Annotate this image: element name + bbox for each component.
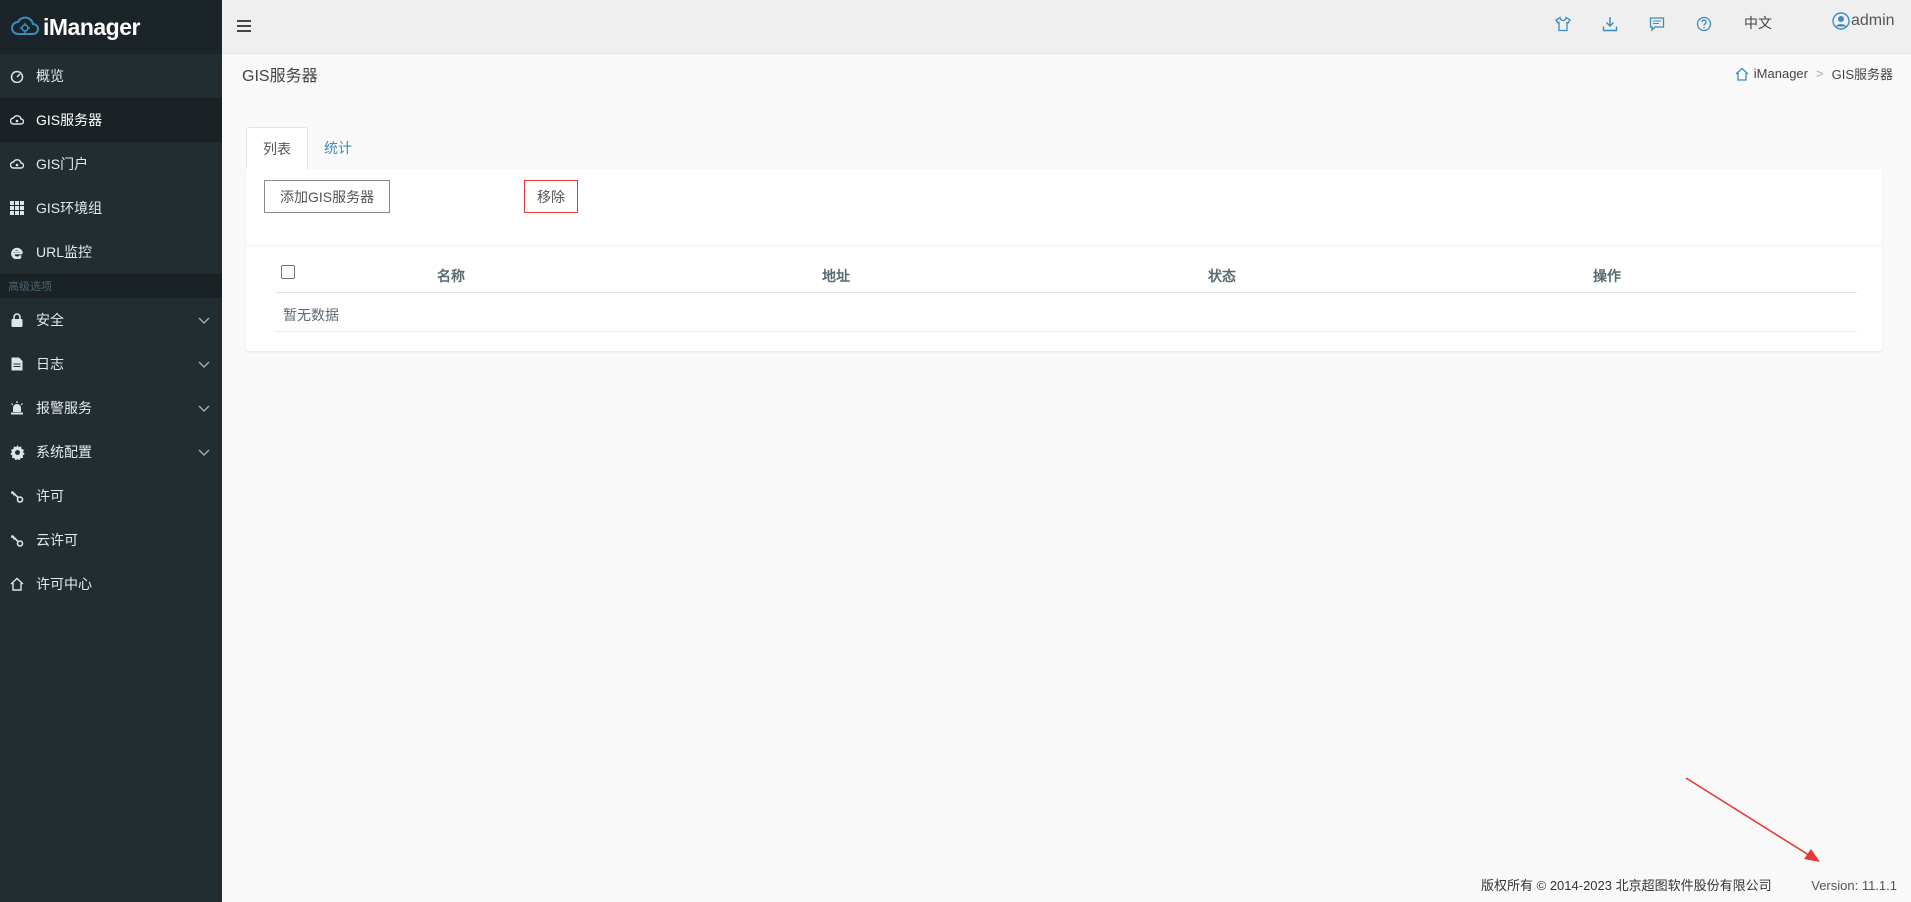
top-bar: 中文 admin	[222, 0, 1911, 54]
user-name: admin	[1851, 12, 1895, 29]
breadcrumb: iManager > GIS服务器	[1735, 64, 1893, 83]
chevron-down-icon	[198, 361, 210, 368]
sidebar-item-cloud-license[interactable]: 云许可	[0, 518, 222, 562]
empty-state-text: 暂无数据	[283, 307, 339, 323]
sidebar-nav: 概览 GIS服务器 GIS门户 GIS环境组 URL监控 高级选项 安全 日志 …	[0, 54, 222, 606]
sidebar-item-license[interactable]: 许可	[0, 474, 222, 518]
sidebar-item-log[interactable]: 日志	[0, 342, 222, 386]
sidebar-item-label: URL监控	[36, 244, 93, 260]
tab-list[interactable]: 列表	[246, 127, 308, 169]
remove-button[interactable]: 移除	[524, 180, 578, 213]
user-icon	[1832, 12, 1850, 30]
sidebar-item-label: 云许可	[36, 532, 78, 548]
breadcrumb-current: GIS服务器	[1831, 67, 1893, 82]
table-row-empty: 暂无数据	[275, 293, 1857, 332]
ie-icon	[9, 244, 25, 260]
sidebar-section-header: 高级选项	[0, 274, 222, 298]
breadcrumb-separator: >	[1816, 66, 1824, 81]
message-icon[interactable]	[1649, 16, 1665, 32]
tab-statistics[interactable]: 统计	[308, 127, 368, 169]
sidebar-item-label: 概览	[36, 68, 64, 84]
sidebar-item-gis-portal[interactable]: GIS门户	[0, 142, 222, 186]
home-icon	[1735, 67, 1749, 81]
chevron-down-icon	[198, 449, 210, 456]
column-header-name[interactable]: 名称	[437, 266, 465, 286]
home-icon	[9, 576, 25, 592]
app-name: iManager	[43, 13, 140, 40]
menu-toggle-icon[interactable]	[236, 18, 252, 34]
version-text: Version: 11.1.1	[1811, 878, 1897, 893]
sidebar-item-alarm[interactable]: 报警服务	[0, 386, 222, 430]
cloud-server-icon	[9, 112, 25, 128]
page-title: GIS服务器	[242, 68, 318, 85]
column-header-actions: 操作	[1593, 268, 1621, 284]
tshirt-icon[interactable]	[1555, 16, 1571, 32]
lock-icon	[9, 312, 25, 328]
sidebar-item-label: 系统配置	[36, 444, 92, 460]
breadcrumb-home[interactable]: iManager	[1754, 66, 1808, 81]
key-icon	[9, 532, 25, 548]
sidebar-item-overview[interactable]: 概览	[0, 54, 222, 98]
server-list-panel: 添加GIS服务器 移除 名称 地址 状态 操作 暂无数据	[246, 169, 1882, 351]
user-menu[interactable]: admin	[1832, 12, 1895, 30]
copyright-text: 版权所有 © 2014-2023 北京超图软件股份有限公司	[1481, 878, 1772, 893]
panel-divider	[246, 245, 1882, 246]
sidebar-item-gis-server[interactable]: GIS服务器	[0, 98, 222, 142]
grid-icon	[9, 200, 25, 216]
tab-bar: 列表 统计	[246, 127, 368, 169]
sidebar-item-system-config[interactable]: 系统配置	[0, 430, 222, 474]
column-header-address[interactable]: 地址	[822, 266, 850, 286]
cloud-portal-icon	[9, 156, 25, 172]
chevron-down-icon	[198, 405, 210, 412]
gear-icon	[9, 444, 25, 460]
table-header: 名称 地址 状态 操作	[275, 253, 1857, 293]
add-gis-server-button[interactable]: 添加GIS服务器	[264, 180, 391, 213]
sidebar-item-label: 报警服务	[36, 400, 92, 416]
sidebar-item-security[interactable]: 安全	[0, 298, 222, 342]
dashboard-icon	[9, 68, 25, 84]
sidebar-item-label: 许可	[36, 488, 64, 504]
server-table: 名称 地址 状态 操作 暂无数据	[275, 253, 1857, 332]
alarm-icon	[9, 400, 25, 416]
footer: 版权所有 © 2014-2023 北京超图软件股份有限公司 Version: 1…	[1481, 875, 1897, 894]
sidebar-item-label: GIS环境组	[36, 200, 103, 216]
sidebar-item-label: 日志	[36, 356, 64, 372]
sidebar: iManager 概览 GIS服务器 GIS门户 GIS环境组 URL监控 高级…	[0, 0, 222, 902]
key-icon	[9, 488, 25, 504]
cloud-logo-icon	[11, 16, 39, 35]
language-switch[interactable]: 中文	[1744, 13, 1772, 33]
annotation-arrow-icon	[1685, 777, 1820, 862]
sidebar-item-label: 许可中心	[36, 576, 92, 592]
sidebar-item-label: 安全	[36, 312, 64, 328]
help-icon[interactable]	[1696, 16, 1712, 32]
sidebar-item-url-monitor[interactable]: URL监控	[0, 230, 222, 274]
column-header-status[interactable]: 状态	[1208, 266, 1236, 286]
sidebar-item-label: GIS门户	[36, 156, 89, 172]
sidebar-item-gis-env-group[interactable]: GIS环境组	[0, 186, 222, 230]
select-all-checkbox[interactable]	[281, 265, 295, 279]
chevron-down-icon	[198, 317, 210, 324]
sidebar-item-license-center[interactable]: 许可中心	[0, 562, 222, 606]
app-logo[interactable]: iManager	[0, 0, 222, 54]
download-icon[interactable]	[1602, 16, 1618, 32]
file-icon	[9, 356, 25, 372]
sidebar-item-label: GIS服务器	[36, 112, 103, 128]
